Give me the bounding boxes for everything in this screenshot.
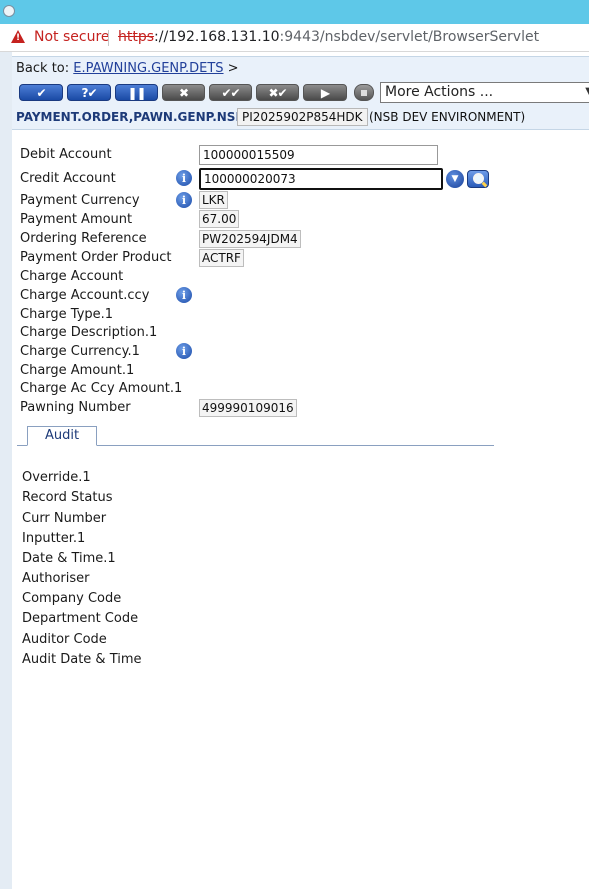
- url-path: :9443/nsbdev/servlet/BrowserServlet: [279, 29, 540, 45]
- print-icon[interactable]: [354, 84, 374, 101]
- next-button[interactable]: ▶: [303, 84, 347, 101]
- address-bar[interactable]: ! Not secure https://192.168.131.10:9443…: [0, 24, 589, 52]
- chevron-down-icon: ▼: [585, 86, 589, 97]
- payment-currency-label: Payment Currency: [20, 193, 140, 208]
- info-icon[interactable]: i: [176, 287, 192, 303]
- browser-titlebar: [0, 0, 589, 24]
- payment-currency-value: LKR: [199, 191, 228, 209]
- charge-account-label: Charge Account: [20, 269, 124, 284]
- tab-audit[interactable]: Audit: [27, 426, 97, 446]
- audit-field-record-status: Record Status: [22, 490, 113, 505]
- ordering-reference-value: PW202594JDM4: [199, 230, 301, 248]
- audit-field-department-code: Department Code: [22, 611, 139, 626]
- browser-app-icon[interactable]: [3, 5, 15, 17]
- delete-button[interactable]: ✖: [162, 84, 205, 101]
- environment-name: (NSB DEV ENVIRONMENT): [369, 110, 526, 124]
- search-icon[interactable]: [467, 170, 489, 188]
- breadcrumb-suffix: >: [223, 61, 239, 76]
- validate-button[interactable]: ?✔: [67, 84, 111, 101]
- audit-field-authoriser: Authoriser: [22, 571, 90, 586]
- payment-amount-label: Payment Amount: [20, 212, 133, 227]
- audit-field-inputter: Inputter.1: [22, 531, 86, 546]
- charge-currency-label: Charge Currency.1: [20, 344, 140, 359]
- chevron-down-icon[interactable]: ▼: [446, 170, 464, 188]
- audit-field-curr-number: Curr Number: [22, 511, 107, 526]
- url-host: ://192.168.131.10: [154, 29, 280, 45]
- charge-account-ccy-label: Charge Account.ccy: [20, 288, 150, 303]
- page-content: Back to: E.PAWNING.GENP.DETS > ✔ ?✔ ❚❚ ✖…: [0, 52, 589, 889]
- authorise-button[interactable]: ✔✔: [209, 84, 252, 101]
- audit-field-audit-date-time: Audit Date & Time: [22, 652, 142, 667]
- audit-field-auditor-code: Auditor Code: [22, 632, 107, 647]
- transaction-id: PI2025902P854HDK: [237, 108, 368, 126]
- back-link[interactable]: E.PAWNING.GENP.DETS: [73, 61, 223, 76]
- debit-account-input[interactable]: 100000015509: [199, 145, 438, 165]
- ordering-reference-label: Ordering Reference: [20, 231, 147, 246]
- charge-amount-label: Charge Amount.1: [20, 363, 135, 378]
- hold-button[interactable]: ❚❚: [115, 84, 158, 101]
- payment-order-product-label: Payment Order Product: [20, 250, 172, 265]
- search-icon-handle: [481, 181, 488, 188]
- breadcrumb-prefix: Back to:: [16, 61, 70, 76]
- application-name: PAYMENT.ORDER,PAWN.GENP.NSB: [16, 110, 245, 124]
- info-icon[interactable]: i: [176, 343, 192, 359]
- info-icon[interactable]: i: [176, 192, 192, 208]
- warning-icon-mark: !: [16, 33, 21, 43]
- charge-type-label: Charge Type.1: [20, 307, 114, 322]
- reverse-button[interactable]: ✖✔: [256, 84, 299, 101]
- charge-ac-ccy-amount-label: Charge Ac Ccy Amount.1: [20, 381, 183, 396]
- url-scheme: https: [118, 29, 155, 45]
- info-icon[interactable]: i: [176, 170, 192, 186]
- charge-description-label: Charge Description.1: [20, 325, 158, 340]
- audit-field-override: Override.1: [22, 470, 91, 485]
- url-text[interactable]: https://192.168.131.10:9443/nsbdev/servl…: [118, 29, 539, 45]
- payment-amount-value: 67.00: [199, 210, 240, 228]
- audit-field-date-time: Date & Time.1: [22, 551, 116, 566]
- pawning-number-value: 499990109016: [199, 399, 297, 417]
- payment-order-product-value: ACTRF: [199, 249, 244, 267]
- more-actions-select[interactable]: More Actions ... ▼: [380, 82, 589, 103]
- pawning-number-label: Pawning Number: [20, 400, 131, 415]
- transaction-header: Back to: E.PAWNING.GENP.DETS > ✔ ?✔ ❚❚ ✖…: [12, 56, 589, 130]
- credit-account-label: Credit Account: [20, 171, 116, 186]
- security-indicator[interactable]: Not secure: [34, 29, 110, 45]
- debit-account-label: Debit Account: [20, 147, 112, 162]
- audit-field-company-code: Company Code: [22, 591, 122, 606]
- more-actions-value: More Actions ...: [385, 84, 494, 100]
- commit-button[interactable]: ✔: [19, 84, 63, 101]
- breadcrumb: Back to: E.PAWNING.GENP.DETS >: [16, 61, 239, 76]
- left-gutter: [0, 52, 12, 889]
- credit-account-input[interactable]: 100000020073: [199, 168, 443, 190]
- address-divider: [108, 30, 109, 46]
